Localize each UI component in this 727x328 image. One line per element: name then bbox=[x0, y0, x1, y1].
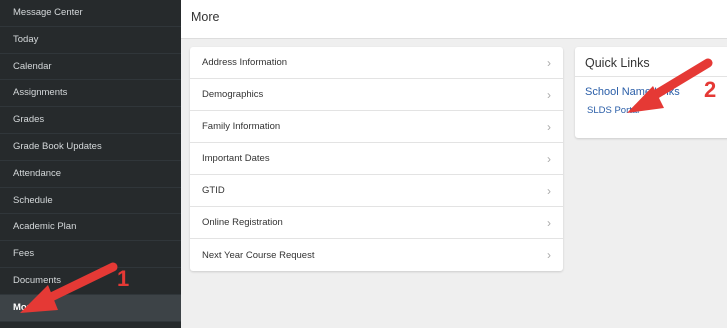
annotation-number-2: 2 bbox=[704, 77, 717, 102]
annotation-arrow-1 bbox=[20, 262, 118, 313]
annotation-number-1: 1 bbox=[117, 266, 130, 291]
annotation-arrow-2 bbox=[627, 58, 713, 113]
annotation-overlay bbox=[20, 58, 713, 313]
